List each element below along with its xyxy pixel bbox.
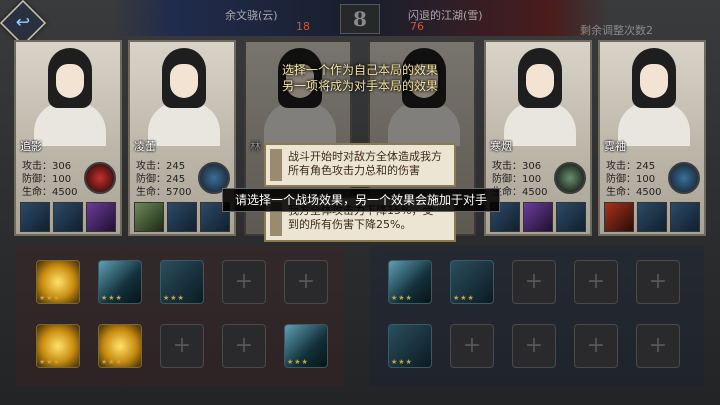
star-icon: ★★★ [453,294,475,302]
hint-line-1: 选择一个作为自己本局的效果 [281,63,438,77]
skill-icon[interactable] [134,202,164,232]
hero-stats: 攻击：245 防御：245 生命：5700 [136,160,191,199]
player-slot-shadow[interactable]: ★★★ [284,324,328,368]
skill-icon[interactable] [523,202,553,232]
opponent-slot-empty[interactable] [512,324,556,368]
hero-card-nixiu[interactable]: 霓袖 攻击：245 防御：100 生命：4500 [598,40,706,236]
hero-portrait [374,46,470,146]
player-slot-empty[interactable] [222,324,266,368]
hero-card-zhuiying[interactable]: 追影 攻击：306 防御：100 生命：4500 [14,40,122,236]
skill-row [20,202,116,232]
hero-portrait [490,46,586,146]
hero-stats: 攻击：306 防御：100 生命：4500 [22,160,77,199]
stat-hp: 生命：5700 [136,187,192,198]
skill-icon[interactable] [670,202,700,232]
blue-figure-icon[interactable] [554,162,586,194]
star-icon: ★★★ [39,294,61,302]
skill-icon[interactable] [556,202,586,232]
stat-defense: 防御：100 [606,174,656,185]
player-slot-gold[interactable]: ★★★ [36,324,80,368]
opponent-slot-empty[interactable] [450,324,494,368]
skill-row [490,202,586,232]
hero-portrait [604,46,700,146]
star-icon: ★★★ [101,358,123,366]
stat-attack: 攻击：306 [22,161,72,172]
star-icon: ★★★ [163,294,185,302]
stat-hp: 生命：4500 [492,187,548,198]
effect-tab [270,149,282,181]
star-icon: ★★★ [391,358,413,366]
hero-portrait [134,46,230,146]
stat-hp: 生命：4500 [22,187,78,198]
round-number: 8 [340,4,380,34]
opponent-slot-sword[interactable]: ★★★ [450,260,494,304]
player2-score: 76 [410,20,424,33]
hero-name: 追影 [20,140,42,153]
stat-hp: 生命：4500 [606,187,662,198]
opponent-slot-empty[interactable] [574,260,618,304]
skill-icon[interactable] [86,202,116,232]
opponent-slot-empty[interactable] [636,260,680,304]
skill-icon[interactable] [637,202,667,232]
star-icon: ★★★ [391,294,413,302]
stat-defense: 防御：100 [492,174,542,185]
hero-name: 林 [250,140,261,153]
skill-row [604,202,700,232]
player-slot-shadow[interactable]: ★★★ [98,260,142,304]
opponent-slot-empty[interactable] [574,324,618,368]
player-slot-sword[interactable]: ★★★ [160,260,204,304]
player-slot-empty[interactable] [160,324,204,368]
hero-card-linglei[interactable]: 凌蕾 攻击：245 防御：245 生命：5700 [128,40,236,236]
hero-portrait [20,46,116,146]
opponent-slot-empty[interactable] [512,260,556,304]
player1-score: 18 [296,20,310,33]
hero-name: 霓袖 [604,140,626,153]
player-slot-empty[interactable] [284,260,328,304]
effect-text: 战斗开始时对敌方全体造成我方所有角色攻击力总和的伤害 [288,150,442,177]
star-icon: ★★★ [101,294,123,302]
dagger-icon[interactable] [668,162,700,194]
stat-attack: 攻击：245 [136,161,186,172]
player-slot-gold[interactable]: ★★★ [98,324,142,368]
player-slot-empty[interactable] [222,260,266,304]
effect-option-1[interactable]: 战斗开始时对敌方全体造成我方所有角色攻击力总和的伤害 [264,143,456,187]
player1-name: 余文骁(云) [225,9,278,22]
hero-name: 凌蕾 [134,140,156,153]
back-arrow-icon: ↩ [15,12,31,33]
skill-icon[interactable] [53,202,83,232]
hero-stats: 攻击：245 防御：100 生命：4500 [606,160,661,199]
opponent-slot-empty[interactable] [636,324,680,368]
skill-icon[interactable] [20,202,50,232]
selection-hint: 选择一个作为自己本局的效果 另一项将成为对手本局的效果 [260,62,460,94]
player-slot-gold[interactable]: ★★★ [36,260,80,304]
skill-icon[interactable] [167,202,197,232]
star-icon: ★★★ [39,358,61,366]
stat-defense: 防御：100 [22,174,72,185]
effect-text-line2: 到的所有伤害下降25%。 [288,218,412,231]
skill-icon[interactable] [604,202,634,232]
skill-row [134,202,230,232]
red-wind-icon[interactable] [84,162,116,194]
hero-name: 寒烟 [490,140,512,153]
hint-line-2: 另一项将成为对手本局的效果 [281,79,438,93]
opponent-slot-shadow[interactable]: ★★★ [388,260,432,304]
stat-attack: 攻击：245 [606,161,656,172]
hero-portrait [250,46,346,146]
remaining-adjustments: 剩余调整次数2 [580,24,653,37]
opponent-slot-sword[interactable]: ★★★ [388,324,432,368]
hero-stats: 攻击：306 防御：100 生命：4500 [492,160,547,199]
stat-defense: 防御：245 [136,174,186,185]
stat-attack: 攻击：306 [492,161,542,172]
selection-tooltip: 请选择一个战场效果，另一个效果会施加于对手 [222,188,500,212]
star-icon: ★★★ [287,358,309,366]
hero-card-hanyan[interactable]: 寒烟 攻击：306 防御：100 生命：4500 [484,40,592,236]
